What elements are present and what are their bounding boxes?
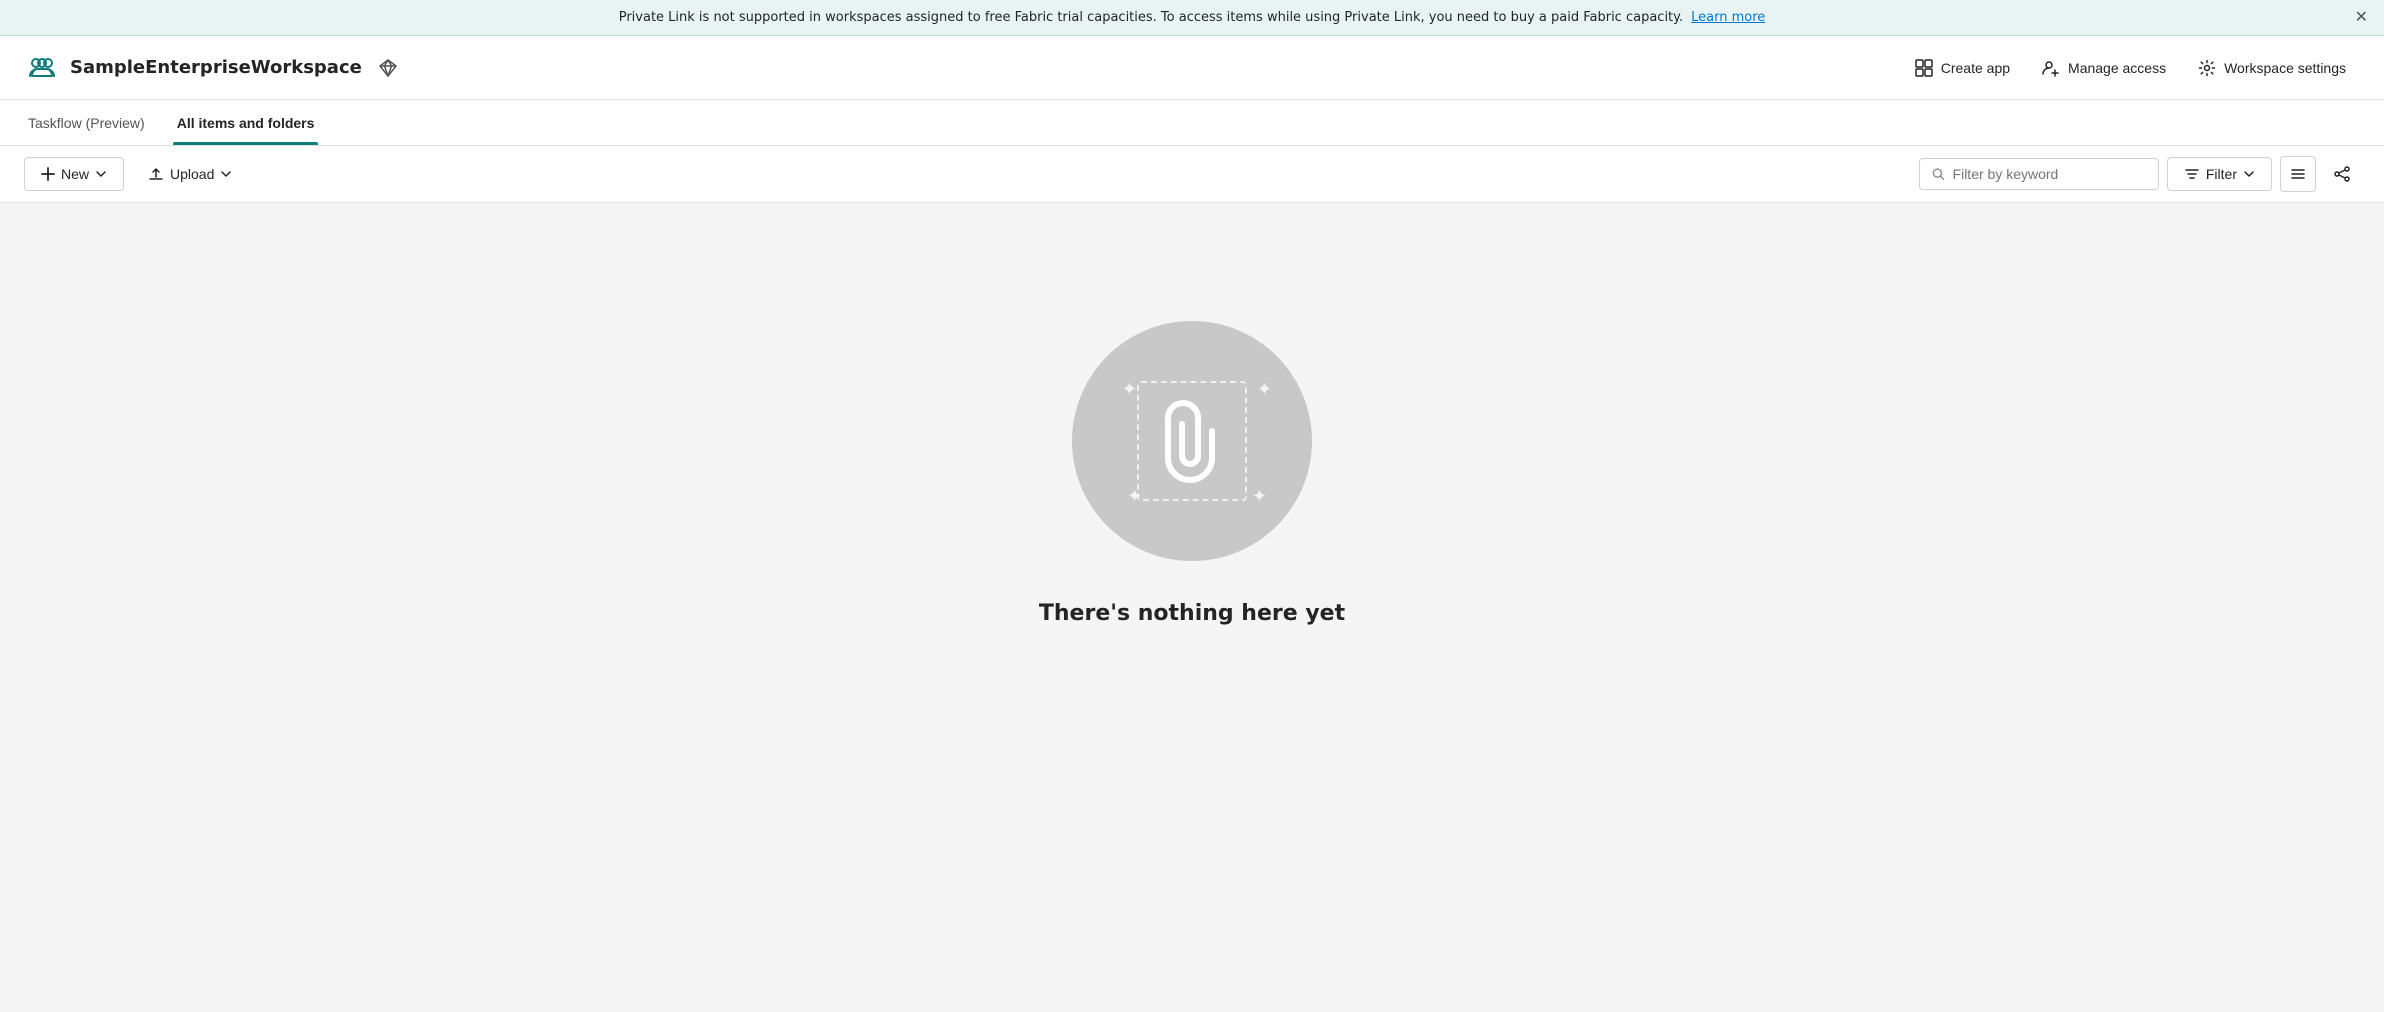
filter-label: Filter	[2206, 166, 2237, 182]
upload-label: Upload	[170, 166, 214, 182]
tabs-bar: Taskflow (Preview) All items and folders	[0, 100, 2384, 146]
list-view-button[interactable]	[2280, 156, 2316, 192]
upload-icon	[148, 166, 164, 182]
filter-chevron-icon	[2243, 168, 2255, 180]
paperclip-icon	[1162, 396, 1222, 486]
search-icon	[1932, 167, 1945, 181]
create-app-button[interactable]: Create app	[1901, 51, 2024, 85]
banner-message: Private Link is not supported in workspa…	[619, 10, 1683, 25]
new-chevron-icon	[95, 168, 107, 180]
filter-button[interactable]: Filter	[2167, 157, 2272, 191]
banner-close-button[interactable]: ✕	[2355, 10, 2368, 26]
sparkle-bottom-left-icon: ✦	[1127, 488, 1142, 506]
manage-access-label: Manage access	[2068, 60, 2166, 76]
sparkle-top-left-icon: ✦	[1122, 381, 1137, 399]
workspace-logo-icon	[24, 50, 60, 86]
sparkle-bottom-right-icon: ✦	[1252, 488, 1267, 506]
new-button[interactable]: New	[24, 157, 124, 191]
list-view-icon	[2290, 166, 2306, 182]
notification-banner: Private Link is not supported in workspa…	[0, 0, 2384, 36]
empty-state-title: There's nothing here yet	[1039, 601, 1345, 626]
keyword-filter-wrapper[interactable]	[1919, 158, 2159, 190]
empty-state-inner: ✦ ✦ ✦ ✦	[1122, 371, 1262, 511]
settings-icon	[2198, 59, 2216, 77]
workspace-identity: SampleEnterpriseWorkspace	[24, 50, 1901, 86]
upload-chevron-icon	[220, 168, 232, 180]
upload-button[interactable]: Upload	[132, 158, 248, 190]
workspace-settings-label: Workspace settings	[2224, 60, 2346, 76]
sparkle-top-right-icon: ✦	[1257, 381, 1272, 399]
toolbar-right: Filter	[1919, 156, 2360, 192]
header-actions: Create app Manage access Workspace setti…	[1901, 51, 2360, 85]
share-button[interactable]	[2324, 156, 2360, 192]
main-content: ✦ ✦ ✦ ✦ There's nothing here yet	[0, 203, 2384, 703]
tab-all-items[interactable]: All items and folders	[173, 100, 319, 145]
create-app-icon	[1915, 59, 1933, 77]
share-icon	[2333, 165, 2351, 183]
learn-more-link[interactable]: Learn more	[1691, 10, 1765, 25]
new-label: New	[61, 166, 89, 182]
manage-access-button[interactable]: Manage access	[2028, 51, 2180, 85]
workspace-name: SampleEnterpriseWorkspace	[70, 57, 362, 78]
empty-state-illustration: ✦ ✦ ✦ ✦	[1072, 321, 1312, 561]
page-header: SampleEnterpriseWorkspace Create app	[0, 36, 2384, 100]
create-app-label: Create app	[1941, 60, 2010, 76]
premium-diamond-icon	[378, 58, 398, 78]
filter-icon	[2184, 166, 2200, 182]
tab-taskflow[interactable]: Taskflow (Preview)	[24, 100, 149, 145]
content-toolbar: New Upload	[0, 146, 2384, 203]
workspace-settings-button[interactable]: Workspace settings	[2184, 51, 2360, 85]
plus-icon	[41, 167, 55, 181]
toolbar-left: New Upload	[24, 157, 1911, 191]
keyword-filter-input[interactable]	[1953, 166, 2146, 182]
manage-access-icon	[2042, 59, 2060, 77]
